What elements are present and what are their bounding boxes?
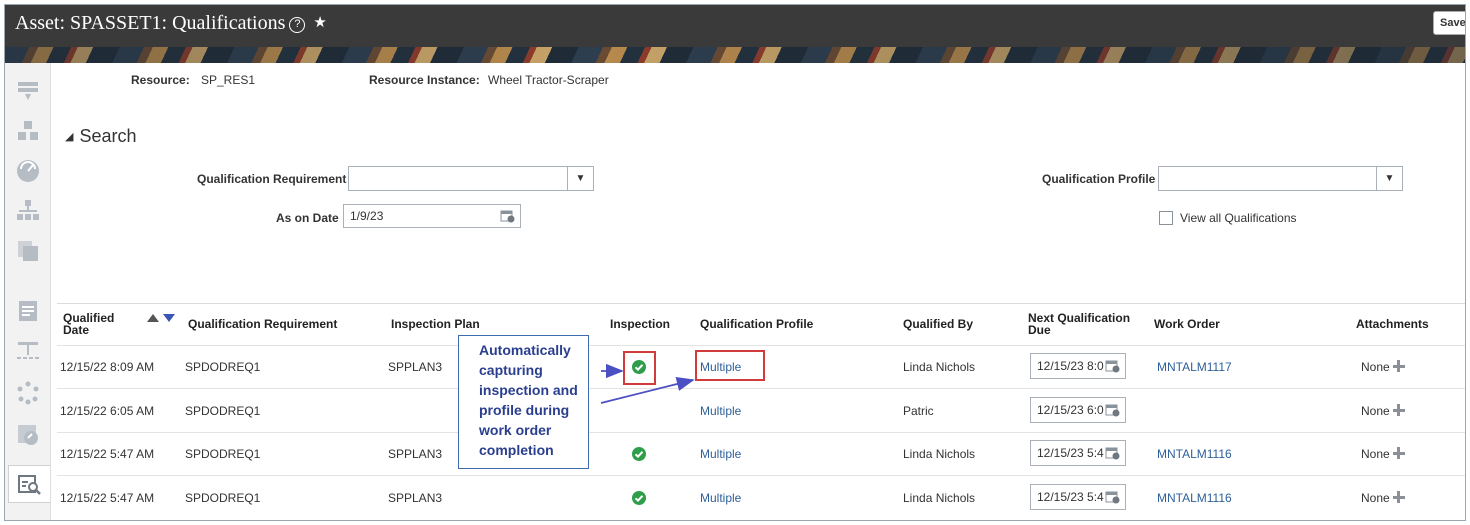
annotation-arrows bbox=[600, 363, 695, 404]
app-frame: Asset: SPASSET1: Qualifications?★ Save bbox=[4, 4, 1466, 521]
